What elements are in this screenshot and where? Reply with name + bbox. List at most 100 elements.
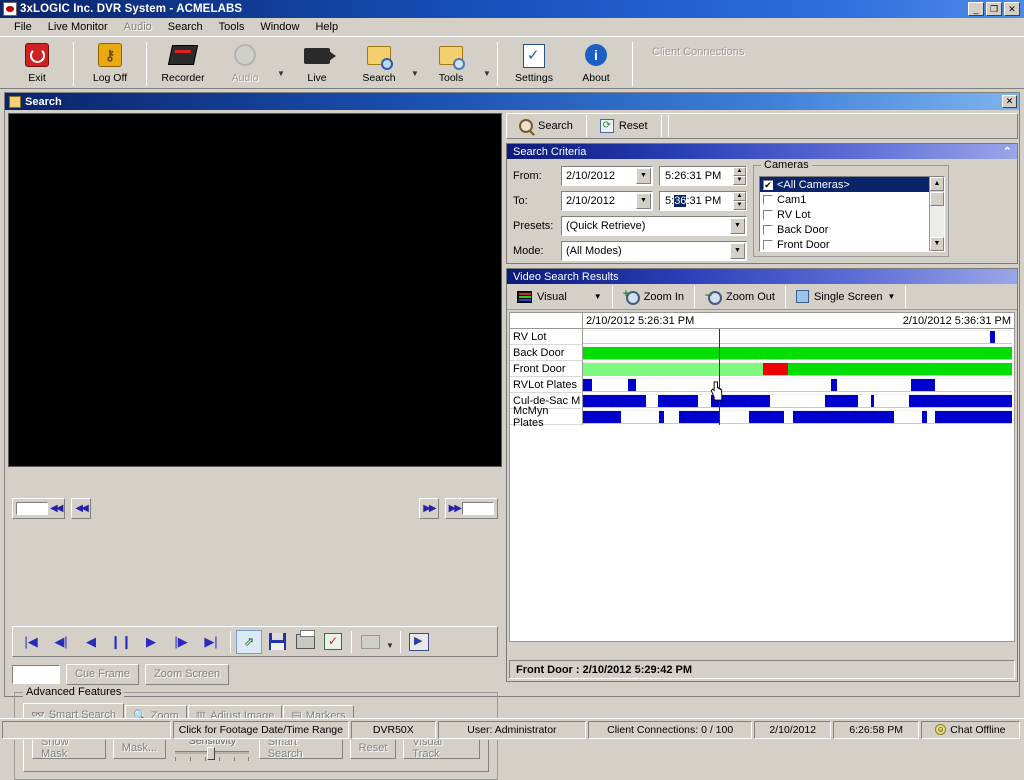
chevron-down-icon[interactable]: ▼ (636, 168, 651, 184)
menu-item-search[interactable]: Search (160, 19, 211, 35)
print-icon[interactable] (292, 630, 318, 654)
search-dropdown-arrow-icon[interactable]: ▼ (410, 69, 420, 78)
reset-action-button[interactable]: ⟳ Reset (590, 115, 658, 137)
timeline-segment[interactable] (748, 411, 784, 423)
toolbar-button-live[interactable]: Live (286, 40, 348, 88)
chevron-down-icon[interactable]: ▼ (594, 292, 602, 301)
play-button[interactable]: ▶ (137, 629, 165, 654)
rewind-span-button[interactable]: ◀◀ (12, 498, 66, 519)
search-window-close-button[interactable]: ✕ (1002, 95, 1017, 108)
maximize-button[interactable]: ❐ (986, 2, 1002, 16)
camera-item-back-door[interactable]: Back Door (760, 222, 929, 237)
scroll-down-arrow-icon[interactable]: ▼ (930, 237, 944, 251)
toolbar-button-search[interactable]: Search (348, 40, 410, 88)
rewind-button[interactable]: ◀◀ (71, 498, 91, 519)
toolbar-button-logoff[interactable]: ⚷ Log Off (79, 40, 141, 88)
audio-dropdown-arrow-icon[interactable]: ▼ (276, 69, 286, 78)
timeline-row[interactable]: Cul-de-Sac M (510, 393, 1014, 409)
zoom-in-button[interactable]: Zoom In (616, 286, 691, 308)
single-screen-button[interactable]: Single Screen ▼ (789, 286, 902, 308)
timeline-segment[interactable] (659, 411, 665, 423)
chevron-down-icon[interactable]: ▼ (636, 193, 651, 209)
to-date-input[interactable]: 2/10/2012 ▼ (561, 191, 653, 211)
timeline-segment[interactable] (583, 411, 621, 423)
timeline-segment[interactable] (658, 395, 698, 407)
scroll-up-arrow-icon[interactable]: ▲ (930, 177, 944, 191)
export-icon[interactable]: ⇗ (236, 629, 262, 654)
tools-dropdown-arrow-icon[interactable]: ▼ (482, 69, 492, 78)
toolbar-button-tools[interactable]: Tools (420, 40, 482, 88)
minimize-button[interactable]: _ (968, 2, 984, 16)
timeline-segment[interactable] (989, 331, 996, 343)
toolbar-button-exit[interactable]: Exit (6, 40, 68, 88)
timeline-segment[interactable] (921, 411, 928, 423)
video-display-pane[interactable] (8, 113, 502, 467)
timeline-segment[interactable] (871, 395, 874, 407)
verify-icon[interactable]: ✓ (320, 630, 346, 654)
timeline-segment[interactable] (911, 379, 935, 391)
timeline-segment[interactable] (909, 395, 1012, 407)
cameras-list[interactable]: ✔ <All Cameras> Cam1 RV Lot Back Door Fr… (759, 176, 945, 252)
timeline-row[interactable]: Back Door (510, 345, 1014, 361)
presets-select[interactable]: (Quick Retrieve) ▼ (561, 216, 747, 236)
mode-select[interactable]: (All Modes) ▼ (561, 241, 747, 261)
timeline-row-track[interactable] (583, 346, 1012, 360)
rewind-span-field[interactable] (16, 502, 48, 515)
save-icon[interactable] (264, 630, 290, 654)
timeline-segment[interactable] (793, 411, 895, 423)
timeline-segment[interactable] (825, 395, 858, 407)
play-reverse-button[interactable]: ◀ (77, 629, 105, 654)
timeline-segment[interactable] (934, 411, 1012, 423)
timeline-row-track[interactable] (583, 410, 1012, 424)
camera-item-rv-lot[interactable]: RV Lot (760, 207, 929, 222)
forward-span-button[interactable]: ▶▶ (444, 498, 498, 519)
results-timeline[interactable]: 2/10/2012 5:26:31 PM 2/10/2012 5:36:31 P… (509, 312, 1015, 642)
timeline-row-track[interactable] (583, 362, 1012, 376)
timeline-segment[interactable] (763, 363, 789, 375)
visual-mode-button[interactable]: Visual ▼ (510, 286, 609, 308)
toolbar-button-about[interactable]: i About (565, 40, 627, 88)
close-button[interactable]: ✕ (1004, 2, 1020, 16)
zoom-out-button[interactable]: Zoom Out (698, 286, 782, 308)
chevron-down-icon[interactable]: ▼ (730, 243, 745, 259)
checkbox-icon[interactable] (763, 239, 773, 250)
skip-end-button[interactable]: ▶| (197, 629, 225, 654)
from-time-spinner[interactable]: ▲ ▼ (733, 167, 746, 185)
step-forward-button[interactable]: |▶ (167, 629, 195, 654)
from-time-input[interactable]: 5:26:31 PM ▲ ▼ (659, 166, 747, 186)
cameras-scrollbar[interactable]: ▲ ▼ (929, 177, 944, 251)
timeline-segment[interactable] (628, 379, 637, 391)
menu-item-tools[interactable]: Tools (211, 19, 253, 35)
checkbox-icon[interactable] (763, 209, 773, 220)
timeline-row[interactable]: RV Lot (510, 329, 1014, 345)
checkbox-icon[interactable] (763, 194, 773, 205)
timeline-segment[interactable] (583, 395, 646, 407)
to-time-input[interactable]: 5:36:31 PM ▲ ▼ (659, 191, 747, 211)
to-time-spinner[interactable]: ▲ ▼ (733, 192, 746, 210)
skip-start-button[interactable]: |◀ (17, 629, 45, 654)
camera-item-front-door[interactable]: Front Door (760, 237, 929, 251)
timeline-segment[interactable] (678, 411, 721, 423)
timeline-row-track[interactable] (583, 378, 1012, 392)
menu-item-help[interactable]: Help (307, 19, 346, 35)
timeline-row[interactable]: Front Door (510, 361, 1014, 377)
scrollbar-thumb[interactable] (930, 192, 944, 206)
timeline-segment[interactable] (583, 379, 592, 391)
presentation-icon[interactable] (406, 630, 432, 654)
chevron-down-icon[interactable]: ▼ (730, 218, 745, 234)
camera-item-cam1[interactable]: Cam1 (760, 192, 929, 207)
status-cell-chat[interactable]: ☺ Chat Offline (920, 720, 1021, 739)
menu-item-live-monitor[interactable]: Live Monitor (40, 19, 116, 35)
toolbar-button-settings[interactable]: Settings (503, 40, 565, 88)
sensitivity-thumb[interactable] (207, 747, 216, 760)
cue-frame-input[interactable] (12, 664, 60, 684)
toolbar-button-recorder[interactable]: Recorder (152, 40, 214, 88)
status-cell-footage-range[interactable]: Click for Footage Date/Time Range (172, 720, 350, 739)
sensitivity-track[interactable] (175, 747, 250, 760)
checkbox-icon[interactable] (763, 224, 773, 235)
timeline-row-track[interactable] (583, 330, 1012, 344)
from-date-input[interactable]: 2/10/2012 ▼ (561, 166, 653, 186)
step-back-button[interactable]: ◀| (47, 629, 75, 654)
chevron-down-icon[interactable]: ▼ (887, 292, 895, 301)
pause-button[interactable]: ❙❙ (107, 629, 135, 654)
